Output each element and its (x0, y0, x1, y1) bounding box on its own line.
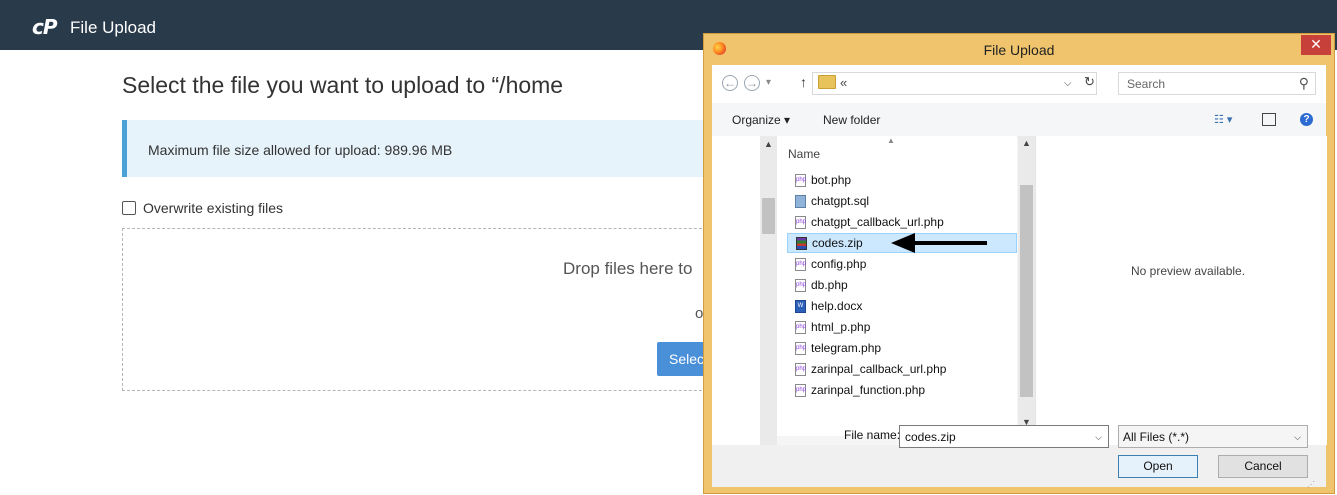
help-icon[interactable]: ? (1300, 113, 1313, 126)
address-bar[interactable] (812, 72, 1097, 95)
new-folder-button[interactable]: New folder (823, 113, 880, 127)
resize-grip-icon[interactable]: ⋰ (1307, 480, 1315, 489)
vertical-scroll-thumb[interactable] (1020, 185, 1033, 397)
nav-pane-scrollbar[interactable] (760, 136, 777, 446)
annotation-arrow-icon (891, 233, 987, 253)
app-title: File Upload (70, 18, 156, 37)
winrar-archive-icon (796, 236, 807, 250)
file-upload-dialog: File Upload ✕ ← → ▾ ↑ « ⌵ ↻ Search ⚲ Org… (703, 33, 1335, 494)
sql-file-icon (795, 194, 806, 208)
file-name: help.docx (811, 299, 863, 313)
dialog-body: ← → ▾ ↑ « ⌵ ↻ Search ⚲ Organize ▾ New fo… (712, 65, 1327, 487)
file-row-config-php[interactable]: php config.php (787, 254, 1017, 274)
php-file-icon: php (795, 215, 806, 229)
file-type-select[interactable]: All Files (*.*) ⌵ (1118, 425, 1308, 448)
page-heading: Select the file you want to upload to “/… (122, 72, 564, 98)
recent-locations-chevron-icon[interactable]: ▾ (766, 77, 771, 88)
php-file-icon: php (795, 173, 806, 187)
cancel-button[interactable]: Cancel (1218, 455, 1308, 478)
preview-pane: No preview available. (1035, 136, 1327, 445)
file-name-value: codes.zip (905, 430, 956, 444)
breadcrumb[interactable]: « (840, 75, 847, 90)
file-row-zarinpal-callback-url-php[interactable]: php zarinpal_callback_url.php (787, 359, 1017, 379)
dialog-titlebar[interactable]: File Upload ✕ (704, 34, 1334, 64)
search-icon[interactable]: ⚲ (1299, 75, 1309, 92)
file-row-html-p-php[interactable]: php html_p.php (787, 317, 1017, 337)
file-type-dropdown-icon[interactable]: ⌵ (1294, 432, 1301, 443)
overwrite-label: Overwrite existing files (143, 200, 284, 216)
close-button[interactable]: ✕ (1301, 35, 1331, 55)
file-name-dropdown-icon[interactable]: ⌵ (1095, 432, 1102, 443)
address-dropdown-icon[interactable]: ⌵ (1064, 78, 1072, 89)
max-size-text: Maximum file size allowed for upload: 98… (148, 142, 453, 158)
search-input[interactable]: Search ⚲ (1118, 72, 1316, 95)
dialog-toolbar: Organize ▾ New folder ☷ ▾ ? (712, 103, 1326, 137)
organize-menu[interactable]: Organize ▾ (732, 113, 790, 127)
file-row-bot-php[interactable]: php bot.php (787, 170, 1017, 190)
list-scroll-up-icon[interactable]: ▲ (1022, 138, 1031, 148)
file-type-value: All Files (*.*) (1123, 430, 1190, 444)
file-name: zarinpal_function.php (811, 383, 926, 397)
file-name-label: File name: (844, 428, 901, 442)
view-options-icon[interactable]: ☷ ▾ (1214, 113, 1232, 126)
file-row-telegram-php[interactable]: php telegram.php (787, 338, 1017, 358)
file-drop-zone[interactable]: Drop files here to o Selec (122, 228, 762, 391)
up-folder-icon[interactable]: ↑ (800, 74, 807, 90)
file-name: telegram.php (811, 341, 882, 355)
file-name: html_p.php (811, 320, 871, 334)
php-file-icon: php (795, 362, 806, 376)
file-list[interactable]: Name ▲ php bot.php chatgpt.sql php chatgpt… (777, 136, 1017, 436)
word-document-icon: W (795, 299, 806, 313)
overwrite-checkbox[interactable] (122, 201, 136, 215)
php-file-icon: php (795, 278, 806, 292)
file-row-chatgpt-sql[interactable]: chatgpt.sql (787, 191, 1017, 211)
file-row-zarinpal-function-php[interactable]: php zarinpal_function.php (787, 380, 1017, 400)
nav-pane-scroll-thumb[interactable] (762, 198, 775, 234)
max-size-info-box: Maximum file size allowed for upload: 98… (122, 120, 742, 177)
php-file-icon: php (795, 341, 806, 355)
php-file-icon: php (795, 383, 806, 397)
preview-pane-icon[interactable] (1262, 113, 1276, 126)
php-file-icon: php (795, 320, 806, 334)
file-row-help-docx[interactable]: Whelp.docx (787, 296, 1017, 316)
forward-arrow-icon[interactable]: → (744, 75, 760, 91)
scroll-up-icon[interactable]: ▲ (764, 139, 773, 149)
cpanel-logo[interactable]: cP (32, 17, 57, 37)
file-name-input[interactable]: codes.zip ⌵ (899, 425, 1109, 448)
php-file-icon: php (795, 257, 806, 271)
search-placeholder: Search (1127, 77, 1166, 91)
drop-files-text: Drop files here to (563, 259, 693, 278)
sort-ascending-icon: ▲ (887, 136, 895, 145)
no-preview-text: No preview available. (1131, 264, 1246, 278)
overwrite-option[interactable]: Overwrite existing files (122, 200, 283, 216)
refresh-icon[interactable]: ↻ (1084, 74, 1095, 90)
file-row-db-php[interactable]: php db.php (787, 275, 1017, 295)
address-row: ← → ▾ ↑ « ⌵ ↻ Search ⚲ (712, 65, 1326, 104)
file-name: codes.zip (812, 236, 863, 250)
name-column-header[interactable]: Name (788, 147, 820, 161)
back-arrow-icon[interactable]: ← (722, 75, 738, 91)
file-row-chatgpt-callback-url-php[interactable]: php chatgpt_callback_url.php (787, 212, 1017, 232)
file-name: config.php (811, 257, 867, 271)
file-name: chatgpt.sql (811, 194, 870, 208)
open-button[interactable]: Open (1118, 455, 1198, 478)
dialog-title: File Upload (983, 42, 1055, 58)
file-name: bot.php (811, 173, 852, 187)
file-name: db.php (811, 278, 848, 292)
folder-icon (818, 75, 836, 89)
file-name: chatgpt_callback_url.php (811, 215, 944, 229)
file-name: zarinpal_callback_url.php (811, 362, 947, 376)
